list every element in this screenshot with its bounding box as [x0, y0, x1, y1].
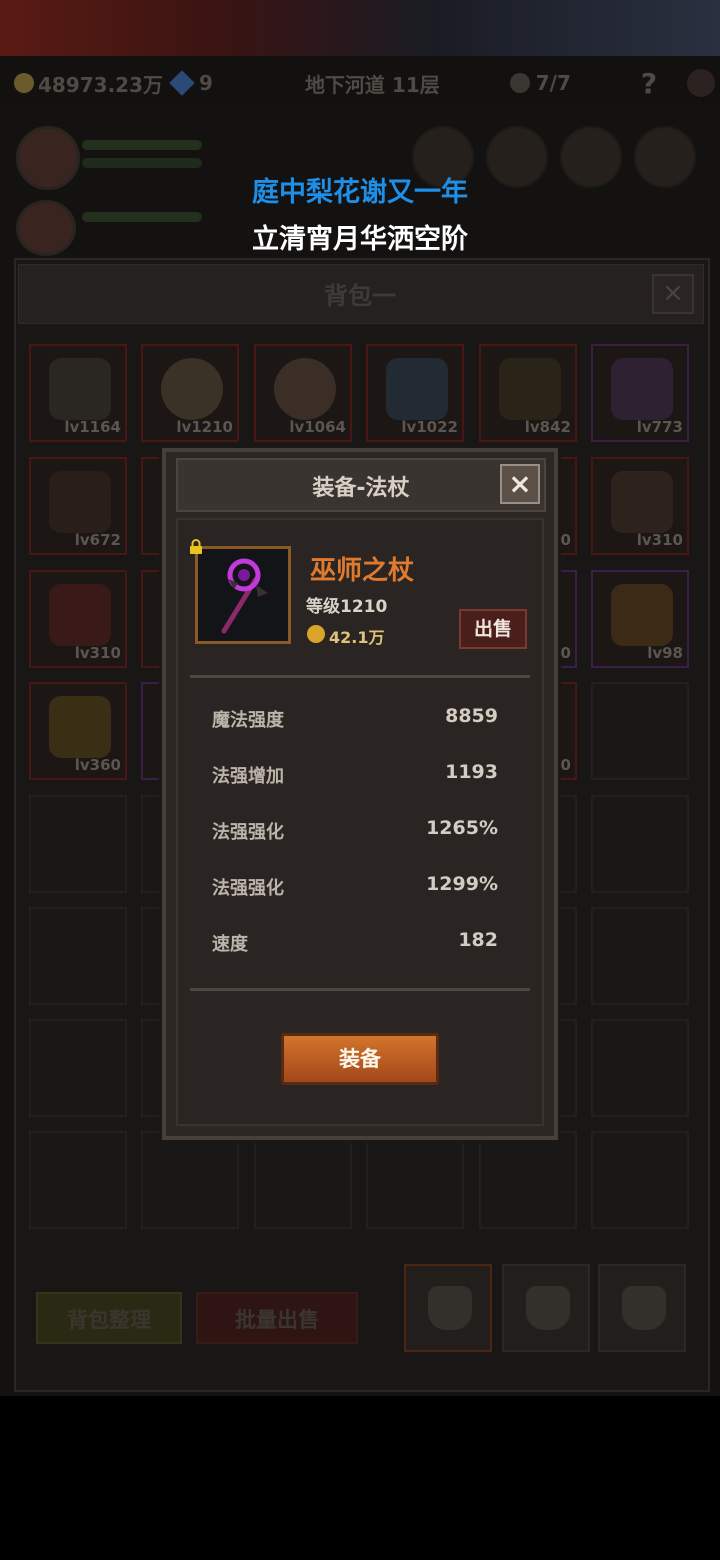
status-bar: 48973.23万 9 地下河道 11层 7/7 ? [0, 56, 720, 110]
subtitle-line-1-text: 庭中梨花谢又一年 [252, 177, 468, 208]
stat-value: 182 [458, 929, 498, 951]
gem-icon [169, 70, 195, 96]
stat-value: 1265% [426, 817, 498, 839]
inventory-slot[interactable] [29, 1131, 127, 1229]
inventory-slot[interactable] [29, 1019, 127, 1117]
inventory-slot[interactable]: lv98 [591, 570, 689, 668]
bag-tab-3[interactable] [598, 1264, 686, 1352]
subtitle-line-2: 立清宵月华洒空阶 [252, 224, 468, 255]
inventory-slot[interactable]: lv1022 [366, 344, 464, 442]
inventory-slot[interactable]: lv842 [479, 344, 577, 442]
ring-icon [161, 358, 223, 420]
bag-tab-1[interactable] [404, 1264, 492, 1352]
slot-level: lv672 [74, 531, 121, 549]
item-name: 巫师之杖 [310, 556, 415, 586]
slot-level: lv360 [74, 756, 121, 774]
ruby-ring-icon [49, 696, 111, 758]
inventory-slot[interactable]: lv672 [29, 457, 127, 555]
slot-level: lv842 [524, 418, 571, 436]
inventory-slot[interactable] [29, 907, 127, 1005]
backpack-icon [526, 1286, 570, 1330]
armor-icon [49, 358, 111, 420]
help-button[interactable]: ? [641, 67, 657, 100]
bag-tab-2[interactable] [502, 1264, 590, 1352]
inventory-slot[interactable] [591, 1131, 689, 1229]
item-price: 42.1万 [329, 628, 385, 647]
coin-icon [307, 625, 325, 643]
inventory-slot[interactable] [254, 1131, 352, 1229]
stat-label: 魔法强度 [212, 710, 284, 731]
inventory-slot[interactable]: lv310 [591, 457, 689, 555]
sort-bag-button[interactable]: 背包整理 [36, 1292, 182, 1344]
inventory-slot[interactable] [141, 1131, 239, 1229]
stat-label: 法强增加 [212, 766, 284, 787]
backpack-icon [622, 1286, 666, 1330]
shield-icon [274, 358, 336, 420]
slot-level: lv310 [636, 531, 683, 549]
necklace-icon [386, 358, 448, 420]
item-icon-frame [195, 546, 291, 644]
staff-icon [221, 558, 268, 634]
dialog-close-button[interactable]: × [500, 464, 540, 504]
divider [190, 988, 530, 991]
stat-value: 1299% [426, 873, 498, 895]
helmet-icon [611, 584, 673, 646]
inventory-slot[interactable] [591, 795, 689, 893]
batch-sell-button[interactable]: 批量出售 [196, 1292, 358, 1344]
stat-label: 法强强化 [212, 822, 284, 843]
inventory-slot[interactable] [366, 1131, 464, 1229]
slot-level: lv1064 [289, 418, 346, 436]
inventory-slot[interactable]: lv1064 [254, 344, 352, 442]
stat-label: 法强强化 [212, 878, 284, 899]
bag-close-button[interactable]: × [652, 274, 694, 314]
equip-button[interactable]: 装备 [281, 1033, 439, 1085]
slot-level: lv98 [647, 644, 683, 662]
inventory-slot[interactable] [591, 1019, 689, 1117]
dialog-title: 装备-法杖 [312, 476, 410, 501]
gold-coin-icon [14, 73, 34, 93]
slot-level: lv310 [74, 644, 121, 662]
gem-amount: 9 [199, 71, 213, 95]
divider [190, 675, 530, 678]
inventory-slot[interactable] [479, 1131, 577, 1229]
crossbow-icon [499, 358, 561, 420]
gun-icon [611, 358, 673, 420]
subtitle-line-1: 庭中梨花谢又一年 [0, 170, 720, 209]
settings-icon[interactable] [687, 69, 716, 97]
location-label: 地下河道 11层 [304, 72, 440, 97]
backpack-icon [428, 1286, 472, 1330]
skull-icon [509, 73, 530, 93]
stat-value: 1193 [445, 761, 498, 783]
bag-title: 背包一 [324, 282, 396, 310]
stat-value: 8859 [445, 705, 498, 727]
stat-label: 速度 [212, 934, 248, 955]
gauntlet-icon [49, 584, 111, 646]
inventory-slot[interactable]: lv1210 [141, 344, 239, 442]
inventory-slot[interactable] [29, 795, 127, 893]
top-banner [0, 0, 720, 56]
slot-level: lv1164 [64, 418, 121, 436]
inventory-slot[interactable]: lv1164 [29, 344, 127, 442]
inventory-slot[interactable] [591, 907, 689, 1005]
scythe-icon [611, 471, 673, 533]
hero-mp-bar [82, 158, 202, 168]
gold-amount: 48973.23万 [38, 72, 164, 97]
sell-button[interactable]: 出售 [459, 609, 527, 649]
slot-level: lv1022 [401, 418, 458, 436]
skull-count: 7/7 [535, 71, 571, 95]
slot-level: lv773 [636, 418, 683, 436]
inventory-slot[interactable] [591, 682, 689, 780]
slot-level: lv1210 [176, 418, 233, 436]
item-level: 等级1210 [306, 597, 388, 617]
inventory-slot[interactable]: lv310 [29, 570, 127, 668]
inventory-slot[interactable]: lv773 [591, 344, 689, 442]
trident-icon [49, 471, 111, 533]
inventory-slot[interactable]: lv360 [29, 682, 127, 780]
hero-hp-bar [82, 140, 202, 150]
lock-icon[interactable] [188, 539, 204, 554]
